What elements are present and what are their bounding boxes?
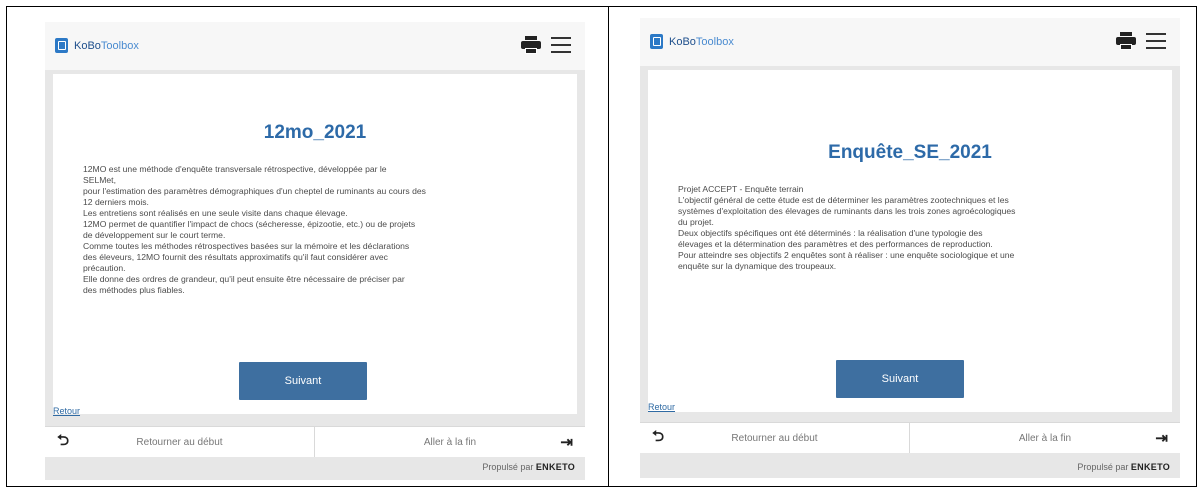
form-header: KoBoToolbox bbox=[640, 18, 1180, 66]
logo-text-toolbox: Toolbox bbox=[695, 35, 734, 48]
description-line: de développement sur le court terme. bbox=[83, 230, 226, 240]
description-line: élevages et la détermination des paramèt… bbox=[678, 239, 993, 249]
form-header: KoBoToolbox bbox=[45, 22, 585, 70]
form-description: 12MO est une méthode d'enquête transvers… bbox=[83, 164, 545, 296]
powered-by: Propulsé par ENKETO bbox=[482, 462, 575, 472]
hamburger-menu-icon[interactable] bbox=[1146, 33, 1166, 49]
logo-text-kobo: KoBo bbox=[669, 35, 696, 48]
description-line: Deux objectifs spécifiques ont été déter… bbox=[678, 228, 983, 238]
logo-text-toolbox: Toolbox bbox=[100, 39, 139, 52]
description-line: L'objectif général de cette étude est de… bbox=[678, 195, 1009, 205]
arrow-to-end-icon: ⇥ bbox=[1155, 430, 1168, 447]
description-line: du projet. bbox=[678, 217, 714, 227]
description-line: Pour atteindre ses objectifs 2 enquêtes … bbox=[678, 250, 1015, 260]
form-title: 12mo_2021 bbox=[263, 122, 367, 143]
description-line: précaution. bbox=[83, 263, 126, 273]
powered-by: Propulsé par ENKETO bbox=[1077, 462, 1170, 472]
description-line: 12MO est une méthode d'enquête transvers… bbox=[83, 164, 387, 174]
description-line: 12 derniers mois. bbox=[83, 197, 149, 207]
kobotoolbox-logo[interactable]: KoBoToolbox bbox=[650, 34, 734, 49]
description-line: systèmes d'exploitation des élevages de … bbox=[678, 206, 1016, 216]
logo-text: KoBoToolbox bbox=[74, 40, 139, 52]
left-form-panel: KoBoToolbox 12mo_2021 12MO est une métho… bbox=[45, 22, 585, 480]
kobotoolbox-logo[interactable]: KoBoToolbox bbox=[55, 38, 139, 53]
powered-by-prefix: Propulsé par bbox=[482, 462, 534, 472]
logo-text: KoBoToolbox bbox=[669, 36, 734, 48]
form-description: Projet ACCEPT - Enquête terrain L'objecti… bbox=[678, 184, 1140, 272]
logo-text-kobo: KoBo bbox=[74, 39, 101, 52]
column-divider bbox=[608, 6, 609, 487]
back-link[interactable]: Retour bbox=[648, 402, 675, 412]
form-content: 12mo_2021 12MO est une méthode d'enquête… bbox=[53, 74, 577, 416]
description-line: enquête sur la dynamique des troupeaux. bbox=[678, 261, 837, 271]
header-actions bbox=[521, 36, 571, 54]
form-title: Enquête_SE_2021 bbox=[828, 142, 992, 163]
return-arrow-icon: ⮌ bbox=[57, 431, 70, 449]
enketo-brand[interactable]: ENKETO bbox=[536, 462, 575, 472]
footer-navigation: ⮌ Retourner au début Aller à la fin ⇥ bbox=[640, 422, 1180, 453]
header-actions bbox=[1116, 32, 1166, 50]
kobo-logo-icon bbox=[650, 34, 663, 49]
go-to-start-label: Retourner au début bbox=[136, 436, 223, 448]
right-form-panel: KoBoToolbox Enquête_SE_2021 Projet ACCEP… bbox=[640, 18, 1180, 478]
arrow-to-end-icon: ⇥ bbox=[560, 434, 573, 451]
go-to-start-button[interactable]: ⮌ Retourner au début bbox=[45, 427, 315, 457]
footer-navigation: ⮌ Retourner au début Aller à la fin ⇥ bbox=[45, 426, 585, 457]
description-line: des éleveurs, 12MO fournit des résultats… bbox=[83, 252, 388, 262]
description-line: Projet ACCEPT - Enquête terrain bbox=[678, 184, 804, 194]
print-icon[interactable] bbox=[521, 36, 541, 54]
next-button[interactable]: Suivant bbox=[836, 360, 964, 398]
kobo-logo-icon bbox=[55, 38, 68, 53]
description-line: Elle donne des ordres de grandeur, qu'il… bbox=[83, 274, 405, 284]
go-to-start-label: Retourner au début bbox=[731, 432, 818, 444]
description-line: pour l'estimation des paramètres démogra… bbox=[83, 186, 426, 196]
hamburger-menu-icon[interactable] bbox=[551, 37, 571, 53]
description-line: Les entretiens sont réalisés en une seul… bbox=[83, 208, 348, 218]
go-to-end-button[interactable]: Aller à la fin ⇥ bbox=[910, 423, 1180, 453]
form-content: Enquête_SE_2021 Projet ACCEPT - Enquête … bbox=[648, 70, 1172, 412]
return-arrow-icon: ⮌ bbox=[652, 427, 665, 445]
back-link[interactable]: Retour bbox=[53, 406, 80, 416]
print-icon[interactable] bbox=[1116, 32, 1136, 50]
description-line: Comme toutes les méthodes rétrospectives… bbox=[83, 241, 410, 251]
next-button[interactable]: Suivant bbox=[239, 362, 367, 400]
powered-by-prefix: Propulsé par bbox=[1077, 462, 1129, 472]
go-to-end-label: Aller à la fin bbox=[1018, 432, 1072, 444]
description-line: SELMet, bbox=[83, 175, 116, 185]
description-line: 12MO permet de quantifier l'impact de ch… bbox=[83, 219, 416, 229]
description-line: des méthodes plus fiables. bbox=[83, 285, 185, 295]
go-to-start-button[interactable]: ⮌ Retourner au début bbox=[640, 423, 910, 453]
go-to-end-label: Aller à la fin bbox=[423, 436, 477, 448]
go-to-end-button[interactable]: Aller à la fin ⇥ bbox=[315, 427, 585, 457]
enketo-brand[interactable]: ENKETO bbox=[1131, 462, 1170, 472]
